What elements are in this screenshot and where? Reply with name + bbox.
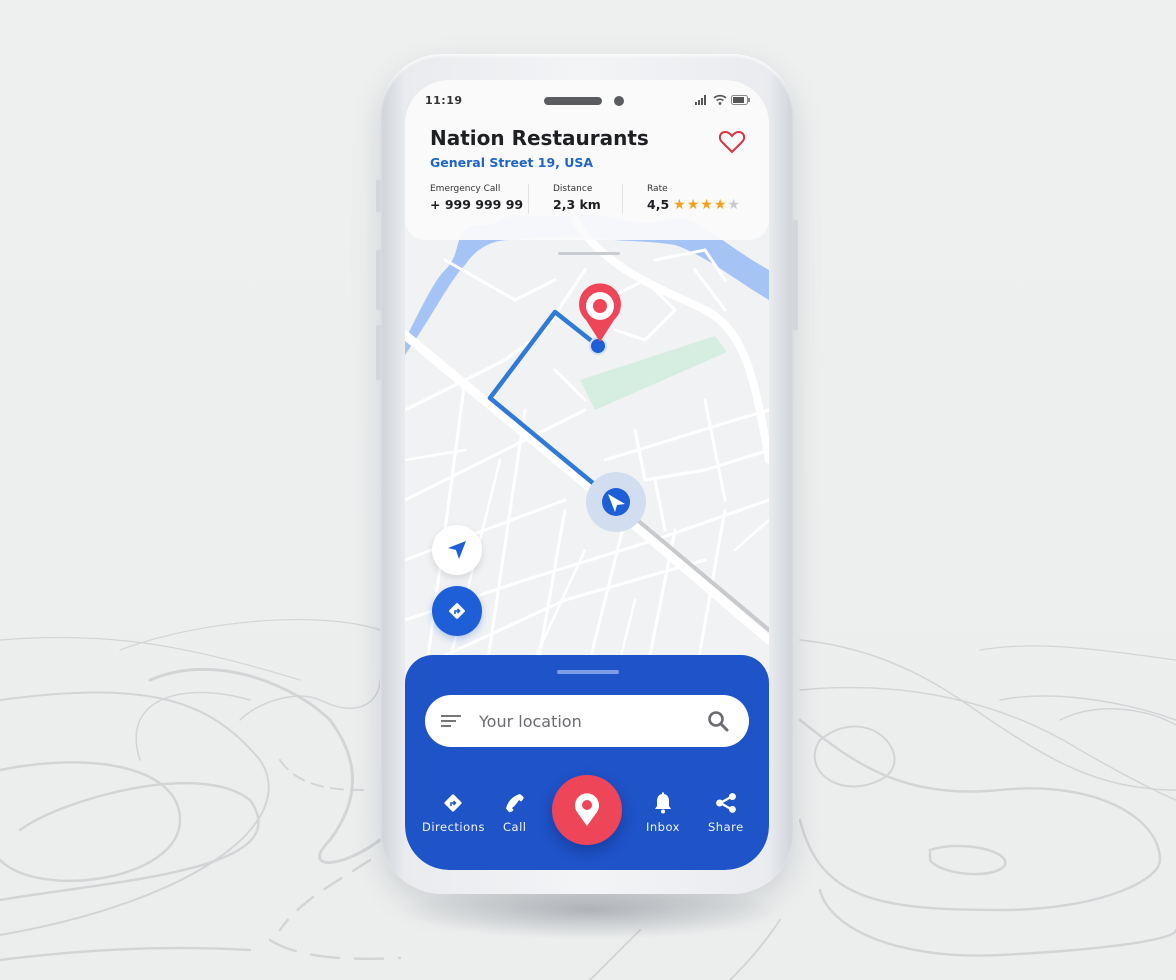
bell-icon [654,792,671,814]
phone-camera [614,96,624,106]
background-stage: 11:19 Nation Restaurants General Street … [0,0,1176,980]
star-filled-icon: ★ [673,196,686,213]
stat-divider [622,184,623,214]
phone-volume-up [376,250,381,310]
stat-value: + 999 999 99 [430,197,524,212]
phone-power-button [793,220,798,330]
phone-volume-down [376,325,381,380]
stat-divider [528,184,529,214]
status-time: 11:19 [425,94,463,107]
search-icon[interactable] [707,710,729,732]
filter-lines-icon[interactable] [441,714,461,728]
place-info-card: 11:19 Nation Restaurants General Street … [405,80,769,240]
nav-share[interactable]: Share [708,792,744,834]
status-icons [695,94,751,105]
nav-label: Call [503,820,527,834]
rating-value: 4,5 [647,197,670,212]
bottom-navigation: Directions Call Inbox Share [405,775,769,845]
star-empty-icon: ★ [727,196,740,213]
nav-label: Directions [422,820,485,834]
rating-stars: ★ ★ ★ ★ ★ [673,198,740,212]
location-search-input[interactable] [479,711,707,731]
nav-label: Share [708,820,744,834]
stat-label: Rate [647,184,668,194]
nav-label: Inbox [646,820,680,834]
phone-mute-switch [376,180,381,212]
stat-value: 2,3 km [553,197,601,212]
stat-label: Distance [553,184,593,194]
stat-distance: Distance 2,3 km [553,184,601,212]
bottom-panel: Directions Call [405,655,769,870]
phone-icon [505,794,524,813]
directions-diamond-icon [444,794,463,812]
star-filled-icon: ★ [686,196,700,213]
stat-rate: Rate 4,5 ★ ★ ★ ★ ★ [647,184,740,212]
nav-directions[interactable]: Directions [422,792,485,834]
destination-dot [589,337,607,355]
signal-icon [695,94,706,105]
navigation-arrow-icon [448,541,466,559]
star-filled-icon: ★ [713,196,727,213]
directions-button[interactable] [432,586,482,636]
card-drag-handle[interactable] [558,252,620,255]
center-location-button[interactable] [552,775,622,845]
stat-label: Emergency Call [430,184,501,194]
place-address[interactable]: General Street 19, USA [430,155,593,170]
phone-screen: 11:19 Nation Restaurants General Street … [405,80,769,870]
nav-call[interactable]: Call [503,792,526,834]
panel-drag-handle[interactable] [557,670,619,674]
place-title: Nation Restaurants [430,126,649,150]
star-filled-icon: ★ [700,196,713,213]
wifi-icon [713,94,727,105]
share-icon [715,793,736,813]
search-bar [425,695,749,747]
directions-diamond-icon [449,603,465,619]
heart-outline-icon[interactable] [719,130,745,154]
locate-me-button[interactable] [432,525,482,575]
battery-icon [731,94,750,105]
phone-speaker [544,97,602,105]
stat-value-row: 4,5 ★ ★ ★ ★ ★ [647,197,740,212]
nav-inbox[interactable]: Inbox [646,792,680,834]
stat-emergency-call[interactable]: Emergency Call + 999 999 99 [430,184,523,212]
map-pin-icon [575,793,599,826]
